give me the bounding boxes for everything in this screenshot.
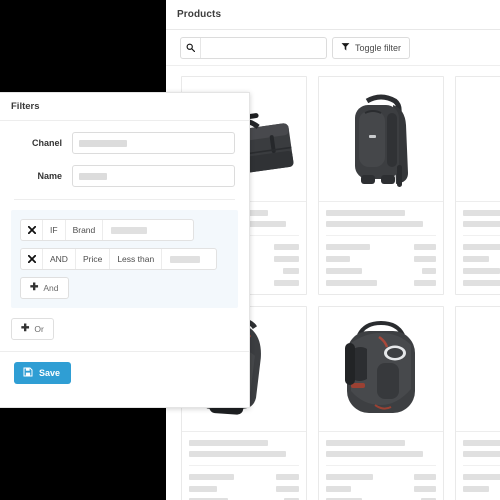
products-header: Products bbox=[166, 0, 500, 30]
skeleton-subtitle-bar bbox=[189, 451, 286, 457]
toggle-filter-button[interactable]: Toggle filter bbox=[332, 36, 411, 59]
condition-value[interactable] bbox=[162, 249, 216, 269]
app-root: Products Toggle filter Filters Chanel Na… bbox=[0, 0, 500, 500]
filters-footer: Save bbox=[0, 352, 249, 384]
add-or-button[interactable]: ✚ Or bbox=[11, 318, 54, 340]
products-toolbar: Toggle filter bbox=[166, 30, 500, 66]
funnel-icon bbox=[341, 42, 350, 53]
skeleton-detail-row bbox=[463, 486, 500, 492]
add-or-label: Or bbox=[34, 324, 44, 334]
search-box[interactable] bbox=[180, 36, 327, 59]
field-row-name: Name bbox=[0, 165, 249, 187]
product-card-body bbox=[319, 432, 443, 500]
add-or-wrapper: ✚ Or bbox=[0, 308, 249, 340]
skeleton-value bbox=[111, 226, 148, 234]
product-card-body bbox=[319, 202, 443, 294]
skeleton-title-bar bbox=[463, 440, 500, 446]
condition-comparator[interactable]: Less than bbox=[110, 249, 163, 269]
close-icon[interactable] bbox=[21, 220, 43, 240]
toggle-filter-label: Toggle filter bbox=[355, 42, 402, 53]
skeleton-value bbox=[170, 255, 201, 263]
save-floppy-icon bbox=[23, 367, 33, 379]
condition-field[interactable]: Brand bbox=[66, 220, 104, 240]
chanel-input[interactable] bbox=[72, 132, 235, 154]
skeleton-subtitle-bar bbox=[326, 451, 423, 457]
product-card[interactable] bbox=[318, 306, 444, 500]
section-divider bbox=[14, 199, 235, 200]
product-image-dark-patterned-backpack bbox=[456, 307, 500, 432]
add-and-button[interactable]: ✚ And bbox=[20, 277, 69, 299]
product-card-body bbox=[182, 432, 306, 500]
save-label: Save bbox=[39, 368, 61, 378]
skeleton-detail-row bbox=[189, 474, 299, 480]
skeleton-title-bar bbox=[189, 440, 269, 446]
close-icon[interactable] bbox=[21, 249, 43, 269]
field-row-chanel: Chanel bbox=[0, 132, 249, 154]
skeleton-detail-row bbox=[463, 268, 500, 274]
skeleton-value bbox=[79, 172, 107, 180]
skeleton-subtitle-bar bbox=[326, 221, 423, 227]
skeleton-title-bar bbox=[463, 210, 500, 216]
skeleton-title-bar bbox=[326, 210, 406, 216]
card-divider bbox=[326, 465, 436, 466]
page-title: Products bbox=[177, 9, 222, 20]
skeleton-detail-row bbox=[326, 244, 436, 250]
card-divider bbox=[326, 235, 436, 236]
product-image-black-hiking-backpack bbox=[319, 77, 443, 202]
add-and-label: And bbox=[43, 283, 59, 293]
condition-value[interactable] bbox=[103, 220, 193, 240]
skeleton-detail-row bbox=[463, 280, 500, 286]
skeleton-detail-row bbox=[463, 474, 500, 480]
skeleton-subtitle-bar bbox=[463, 451, 500, 457]
condition-operator[interactable]: IF bbox=[43, 220, 66, 240]
skeleton-detail-row bbox=[189, 486, 299, 492]
card-divider bbox=[463, 465, 500, 466]
skeleton-detail-row bbox=[326, 268, 436, 274]
skeleton-title-bar bbox=[326, 440, 406, 446]
search-icon bbox=[181, 37, 201, 58]
card-divider bbox=[463, 235, 500, 236]
condition-row-brand: IF Brand bbox=[20, 219, 195, 241]
filters-header: Filters bbox=[0, 93, 249, 121]
filters-title: Filters bbox=[11, 101, 40, 112]
product-image-dark-grey-backpack bbox=[456, 77, 500, 202]
skeleton-detail-row bbox=[326, 474, 436, 480]
plus-icon: ✚ bbox=[21, 323, 30, 334]
name-label: Name bbox=[37, 171, 62, 181]
product-card[interactable] bbox=[455, 306, 500, 500]
card-divider bbox=[189, 465, 299, 466]
condition-field[interactable]: Price bbox=[76, 249, 111, 269]
skeleton-subtitle-bar bbox=[463, 221, 500, 227]
skeleton-detail-row bbox=[463, 256, 500, 262]
skeleton-detail-row bbox=[463, 244, 500, 250]
skeleton-detail-row bbox=[326, 256, 436, 262]
product-image-ogio-tactical-backpack bbox=[319, 307, 443, 432]
plus-icon: ✚ bbox=[30, 282, 39, 293]
product-card-body bbox=[456, 432, 500, 500]
skeleton-value bbox=[79, 139, 128, 147]
condition-operator[interactable]: AND bbox=[43, 249, 76, 269]
chanel-label: Chanel bbox=[31, 138, 62, 148]
product-card-body bbox=[456, 202, 500, 294]
filters-panel: Filters Chanel Name IF Brand AND Price L… bbox=[0, 92, 250, 408]
search-input[interactable] bbox=[201, 37, 326, 58]
name-input[interactable] bbox=[72, 165, 235, 187]
skeleton-detail-row bbox=[326, 486, 436, 492]
save-button[interactable]: Save bbox=[14, 362, 72, 384]
skeleton-detail-row bbox=[326, 280, 436, 286]
condition-row-price: AND Price Less than bbox=[20, 248, 218, 270]
condition-group: IF Brand AND Price Less than ✚ And bbox=[11, 210, 238, 308]
product-card[interactable] bbox=[455, 76, 500, 295]
product-card[interactable] bbox=[318, 76, 444, 295]
